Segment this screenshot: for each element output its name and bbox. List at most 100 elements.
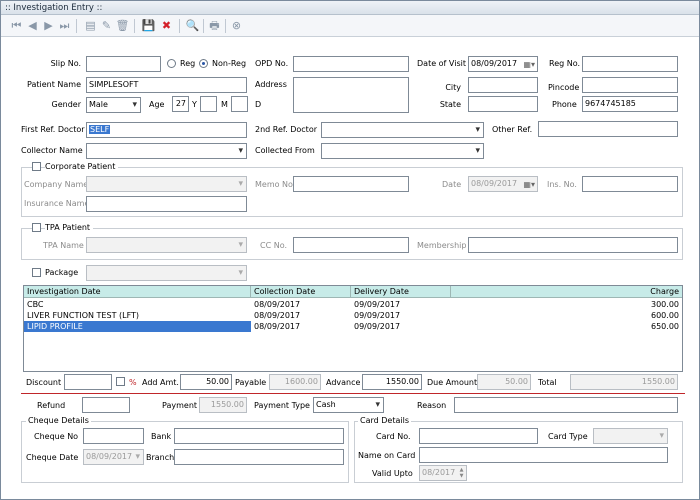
total-input[interactable]: 1550.00 xyxy=(570,374,678,390)
col-delivery-date[interactable]: Delivery Date xyxy=(351,286,451,298)
table-row[interactable]: CBC 08/09/2017 09/09/2017 300.00 xyxy=(24,299,682,310)
branch-input[interactable] xyxy=(174,449,344,465)
phone-input[interactable]: 9674745185 xyxy=(582,96,678,112)
first-ref-doctor-value: SELF xyxy=(89,125,111,134)
slip-no-input[interactable] xyxy=(86,56,161,72)
tpa-name-label: TPA Name xyxy=(43,241,84,250)
age-years-input[interactable]: 27 xyxy=(172,96,189,112)
corporate-patient-checkbox[interactable] xyxy=(32,162,41,171)
reg-radio[interactable] xyxy=(167,59,176,68)
patient-name-input[interactable]: SIMPLESOFT xyxy=(86,77,247,93)
due-amount-input[interactable]: 50.00 xyxy=(477,374,531,390)
save-icon[interactable]: 💾 xyxy=(141,18,156,33)
pincode-input[interactable] xyxy=(582,77,678,93)
other-ref-input[interactable] xyxy=(538,121,678,137)
payable-input[interactable]: 1600.00 xyxy=(269,374,321,390)
first-icon[interactable]: ⏮ xyxy=(9,18,24,33)
memo-no-label: Memo No. xyxy=(255,180,296,189)
date-of-visit-picker[interactable]: 08/09/2017 ▦▾ xyxy=(468,56,538,72)
toolbar-separator xyxy=(76,19,77,33)
date-of-visit-value: 08/09/2017 xyxy=(471,59,518,68)
corporate-date-picker[interactable]: 08/09/2017 ▦▾ xyxy=(468,176,538,192)
memo-no-input[interactable] xyxy=(293,176,409,192)
cell-investigation: CBC xyxy=(27,300,44,309)
spinner-icon[interactable]: ▲ ▼ xyxy=(458,467,465,479)
payable-label: Payable xyxy=(235,378,267,387)
add-amt-input[interactable]: 50.00 xyxy=(180,374,232,390)
table-row[interactable]: LIVER FUNCTION TEST (LFT) 08/09/2017 09/… xyxy=(24,310,682,321)
age-months-input[interactable] xyxy=(200,96,217,112)
close-icon[interactable]: ⊗ xyxy=(229,18,244,33)
search-icon[interactable]: 🔍 xyxy=(185,18,200,33)
collector-name-label: Collector Name xyxy=(21,146,83,155)
name-on-card-input[interactable] xyxy=(419,447,668,463)
next-icon[interactable]: ▶ xyxy=(41,18,56,33)
bank-input[interactable] xyxy=(174,428,344,444)
divider-line xyxy=(21,393,685,394)
gender-select[interactable]: Male xyxy=(86,97,141,113)
cheque-no-input[interactable] xyxy=(83,428,144,444)
membership-input[interactable] xyxy=(468,237,678,253)
package-select[interactable] xyxy=(86,265,247,281)
new-icon[interactable]: ▤ xyxy=(83,18,98,33)
card-no-input[interactable] xyxy=(419,428,538,444)
payment-input[interactable]: 1550.00 xyxy=(199,397,247,413)
address-textarea[interactable] xyxy=(293,77,409,113)
reg-no-input[interactable] xyxy=(582,56,678,72)
tpa-name-select[interactable] xyxy=(86,237,247,253)
discount-input[interactable] xyxy=(64,374,112,390)
edit-icon[interactable]: ✎ xyxy=(99,18,114,33)
non-reg-label: Non-Reg xyxy=(212,59,247,68)
calendar-icon[interactable]: ▦▾ xyxy=(523,58,535,71)
advance-label: Advance xyxy=(326,378,361,387)
collected-from-select[interactable] xyxy=(321,143,484,159)
collector-name-select[interactable] xyxy=(86,143,247,159)
prev-icon[interactable]: ◀ xyxy=(25,18,40,33)
due-amount-label: Due Amount xyxy=(427,378,478,387)
age-years-unit: Y xyxy=(192,100,197,109)
city-label: City xyxy=(445,83,461,92)
grid-header: Investigation Date Collection Date Deliv… xyxy=(24,286,682,298)
opd-no-input[interactable] xyxy=(293,56,409,72)
package-checkbox[interactable] xyxy=(32,268,41,277)
first-ref-doctor-label: First Ref. Doctor xyxy=(21,125,85,134)
state-input[interactable] xyxy=(468,96,538,112)
cancel-icon[interactable]: ✖ xyxy=(159,18,174,33)
add-amt-label: Add Amt. xyxy=(142,378,179,387)
calendar-icon[interactable]: ▦▾ xyxy=(523,178,535,191)
company-name-select[interactable] xyxy=(86,176,247,192)
last-icon[interactable]: ⏭ xyxy=(57,18,72,33)
cheque-no-label: Cheque No xyxy=(34,432,79,441)
advance-input[interactable]: 1550.00 xyxy=(362,374,422,390)
cc-no-input[interactable] xyxy=(293,237,409,253)
refund-input[interactable] xyxy=(82,397,130,413)
reason-input[interactable] xyxy=(454,397,678,413)
table-row[interactable]: LIPID PROFILE 08/09/2017 09/09/2017 650.… xyxy=(24,321,682,332)
cell-delivery-date: 09/09/2017 xyxy=(354,300,401,309)
payment-type-select[interactable]: Cash xyxy=(313,397,384,413)
valid-upto-value: 08/2017 xyxy=(422,468,456,477)
age-days-input[interactable] xyxy=(231,96,248,112)
print-icon[interactable]: 🖶 xyxy=(207,18,222,33)
delete-bin-icon[interactable]: 🗑 xyxy=(115,18,130,33)
insurance-name-input[interactable] xyxy=(86,196,247,212)
toolbar-separator xyxy=(203,19,204,33)
cheque-date-select[interactable]: 08/09/2017 xyxy=(83,449,144,465)
ins-no-input[interactable] xyxy=(582,176,678,192)
second-ref-doctor-select[interactable] xyxy=(321,122,484,138)
age-months-unit: M xyxy=(221,100,228,109)
valid-upto-input[interactable]: 08/2017 ▲ ▼ xyxy=(419,465,467,481)
opd-no-label: OPD No. xyxy=(255,59,289,68)
branch-label: Branch xyxy=(146,453,175,462)
slip-no-label: Slip No. xyxy=(50,59,81,68)
discount-percent-checkbox[interactable] xyxy=(116,377,125,386)
col-collection-date[interactable]: Collection Date xyxy=(251,286,351,298)
city-input[interactable] xyxy=(468,77,538,93)
non-reg-radio[interactable] xyxy=(199,59,208,68)
investigation-grid[interactable]: Investigation Date Collection Date Deliv… xyxy=(23,285,683,372)
card-type-select[interactable] xyxy=(593,428,668,444)
col-charge[interactable]: Charge xyxy=(451,286,682,298)
col-investigation-date[interactable]: Investigation Date xyxy=(24,286,251,298)
tpa-patient-checkbox[interactable] xyxy=(32,223,41,232)
first-ref-doctor-input[interactable]: SELF xyxy=(86,122,247,138)
